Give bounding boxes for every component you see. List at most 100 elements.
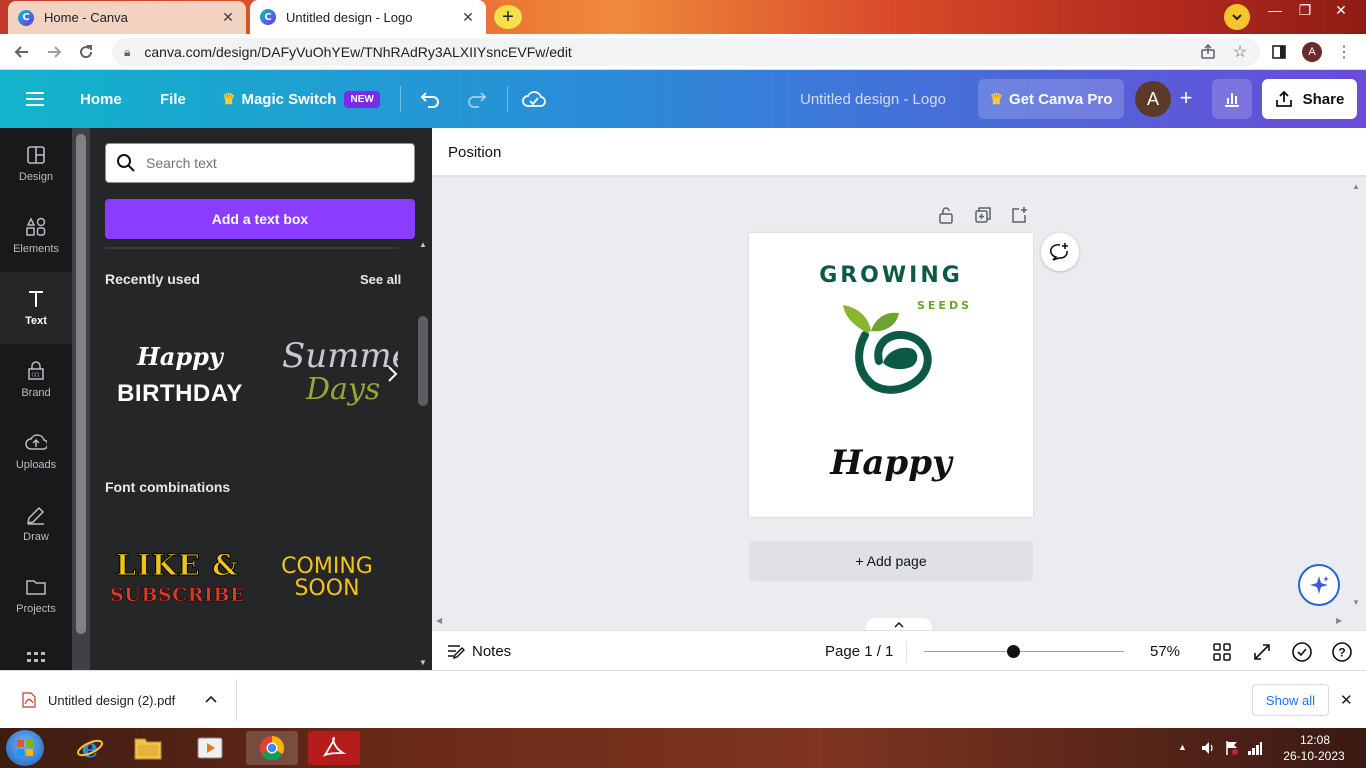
minimize-window-icon[interactable]: —	[1260, 0, 1290, 20]
font-combo-like-subscribe[interactable]: LIKE & SUBSCRIBE	[105, 518, 250, 638]
scroll-up-arrow-icon[interactable]: ▲	[419, 240, 427, 249]
rail-item-brand[interactable]: CO. Brand	[0, 344, 72, 416]
download-options-chevron-icon[interactable]	[204, 693, 218, 705]
add-collaborator-icon[interactable]: +	[1172, 84, 1200, 112]
add-comment-icon[interactable]	[1041, 233, 1079, 271]
close-tab-icon[interactable]: ✕	[460, 9, 476, 26]
scroll-down-arrow-icon[interactable]: ▼	[419, 658, 427, 667]
file-menu-button[interactable]: File	[160, 84, 186, 114]
carousel-next-chevron-icon[interactable]	[386, 365, 402, 385]
profile-avatar[interactable]: A	[1302, 42, 1322, 62]
add-text-box-button[interactable]: Add a text box	[105, 199, 415, 239]
seedling-logo-icon[interactable]	[839, 301, 939, 397]
new-tab-button[interactable]: +	[494, 5, 522, 29]
page-indicator[interactable]: Page 1 / 1	[825, 643, 893, 660]
see-all-link[interactable]: See all	[360, 272, 401, 287]
close-download-bar-icon[interactable]: ✕	[1340, 691, 1353, 709]
file-explorer-icon[interactable]	[122, 731, 174, 765]
get-canva-pro-button[interactable]: ♛ Get Canva Pro	[978, 79, 1124, 119]
windows-start-icon[interactable]	[6, 730, 44, 766]
zoom-level[interactable]: 57%	[1150, 643, 1180, 660]
chrome-browser-icon[interactable]	[246, 731, 298, 765]
check-circle-icon[interactable]	[1291, 641, 1313, 663]
scroll-down-arrow-icon[interactable]: ▼	[1352, 598, 1362, 608]
redo-icon[interactable]	[466, 84, 488, 114]
clock-date[interactable]: 26-10-2023	[1274, 749, 1354, 763]
browser-menu-icon[interactable]: ⋮	[1333, 41, 1355, 63]
back-arrow-icon[interactable]	[11, 41, 33, 63]
address-bar[interactable]: 🔒︎ canva.com/design/DAFyVuOhYEw/TNhRAdRy…	[112, 38, 1260, 66]
scroll-up-arrow-icon[interactable]: ▲	[1352, 182, 1362, 192]
scroll-left-arrow-icon[interactable]: ◀	[436, 616, 446, 626]
divider	[105, 247, 398, 249]
fullscreen-icon[interactable]	[1252, 642, 1272, 662]
logo-title-growing[interactable]: GROWING	[749, 263, 1033, 288]
show-all-downloads-button[interactable]: Show all	[1252, 684, 1329, 716]
notes-button[interactable]: Notes	[472, 643, 511, 660]
magic-assistant-sparkle-icon[interactable]	[1298, 564, 1340, 606]
forward-arrow-icon[interactable]	[43, 41, 65, 63]
main-menu-icon[interactable]	[24, 84, 46, 114]
add-page-icon[interactable]	[1010, 206, 1028, 224]
panel-scroll-track[interactable]	[72, 128, 90, 670]
internet-explorer-icon[interactable]: e	[64, 731, 116, 765]
scroll-right-arrow-icon[interactable]: ▶	[1336, 616, 1346, 626]
notes-icon[interactable]	[446, 642, 466, 660]
help-icon[interactable]: ?	[1331, 641, 1353, 663]
position-button[interactable]: Position	[448, 144, 501, 161]
share-button[interactable]: Share	[1262, 79, 1357, 119]
home-button[interactable]: Home	[80, 84, 122, 114]
tab-search-chevron-icon[interactable]	[1224, 4, 1250, 30]
rail-item-draw[interactable]: Draw	[0, 488, 72, 560]
reload-icon[interactable]	[75, 41, 97, 63]
action-center-flag-icon[interactable]	[1224, 740, 1240, 756]
text-template-happy-birthday[interactable]: Happy BIRTHDAY	[105, 308, 255, 438]
show-hidden-icons-icon[interactable]: ▲	[1178, 742, 1187, 752]
design-page[interactable]: GROWING SEEDS Happy	[749, 233, 1033, 517]
acrobat-reader-icon[interactable]	[308, 731, 360, 765]
tab-home-canva[interactable]: C Home - Canva ✕	[8, 1, 246, 34]
panel-content-scrollbar[interactable]: ▲ ▼	[416, 240, 430, 670]
share-page-icon[interactable]	[1197, 41, 1219, 63]
text-icon	[29, 291, 43, 307]
font-combo-coming-soon[interactable]: COMING SOON	[262, 518, 392, 638]
rail-item-elements[interactable]: Elements	[0, 200, 72, 272]
search-text-input[interactable]: Search text	[105, 143, 415, 183]
cloud-saved-icon[interactable]	[522, 84, 546, 114]
rail-item-uploads[interactable]: Uploads	[0, 416, 72, 488]
tab-untitled-design[interactable]: C Untitled design - Logo ✕	[250, 0, 486, 34]
document-title[interactable]: Untitled design - Logo	[800, 84, 946, 114]
more-apps-icon[interactable]	[26, 650, 46, 664]
insights-chart-icon[interactable]	[1212, 79, 1252, 119]
panel-content-scroll-thumb[interactable]	[418, 316, 428, 406]
text-template-summer-days[interactable]: Summer Days	[270, 308, 398, 438]
template-text-soon: SOON	[294, 576, 360, 601]
side-panel-icon[interactable]	[1268, 41, 1290, 63]
zoom-slider-thumb[interactable]	[1006, 645, 1020, 658]
editor-toolbar: Position	[432, 128, 1366, 176]
magic-switch-label: Magic Switch	[241, 90, 337, 108]
lock-icon[interactable]	[938, 206, 954, 224]
network-icon[interactable]	[1247, 740, 1263, 756]
close-tab-icon[interactable]: ✕	[220, 9, 236, 26]
volume-icon[interactable]	[1200, 740, 1216, 756]
restore-window-icon[interactable]: ❐	[1290, 0, 1320, 20]
grid-view-icon[interactable]	[1212, 642, 1232, 662]
add-page-button[interactable]: + Add page	[749, 541, 1033, 581]
zoom-slider-track[interactable]	[924, 651, 1124, 652]
undo-icon[interactable]	[419, 84, 441, 114]
rail-item-design[interactable]: Design	[0, 128, 72, 200]
panel-scroll-thumb[interactable]	[76, 134, 86, 634]
magic-switch-button[interactable]: ♛ Magic Switch NEW	[222, 84, 380, 114]
script-text-happy[interactable]: Happy	[749, 443, 1033, 483]
rail-item-projects[interactable]: Projects	[0, 560, 72, 632]
duplicate-page-icon[interactable]	[974, 206, 992, 224]
rail-label: Design	[18, 171, 54, 183]
close-window-icon[interactable]: ✕	[1326, 0, 1356, 20]
user-avatar[interactable]: A	[1135, 81, 1171, 117]
rail-item-text[interactable]: Text	[0, 272, 72, 344]
media-player-icon[interactable]	[184, 731, 236, 765]
bookmark-star-icon[interactable]: ☆	[1229, 41, 1251, 63]
download-filename[interactable]: Untitled design (2).pdf	[48, 693, 175, 708]
clock-time[interactable]: 12:08	[1280, 733, 1350, 747]
